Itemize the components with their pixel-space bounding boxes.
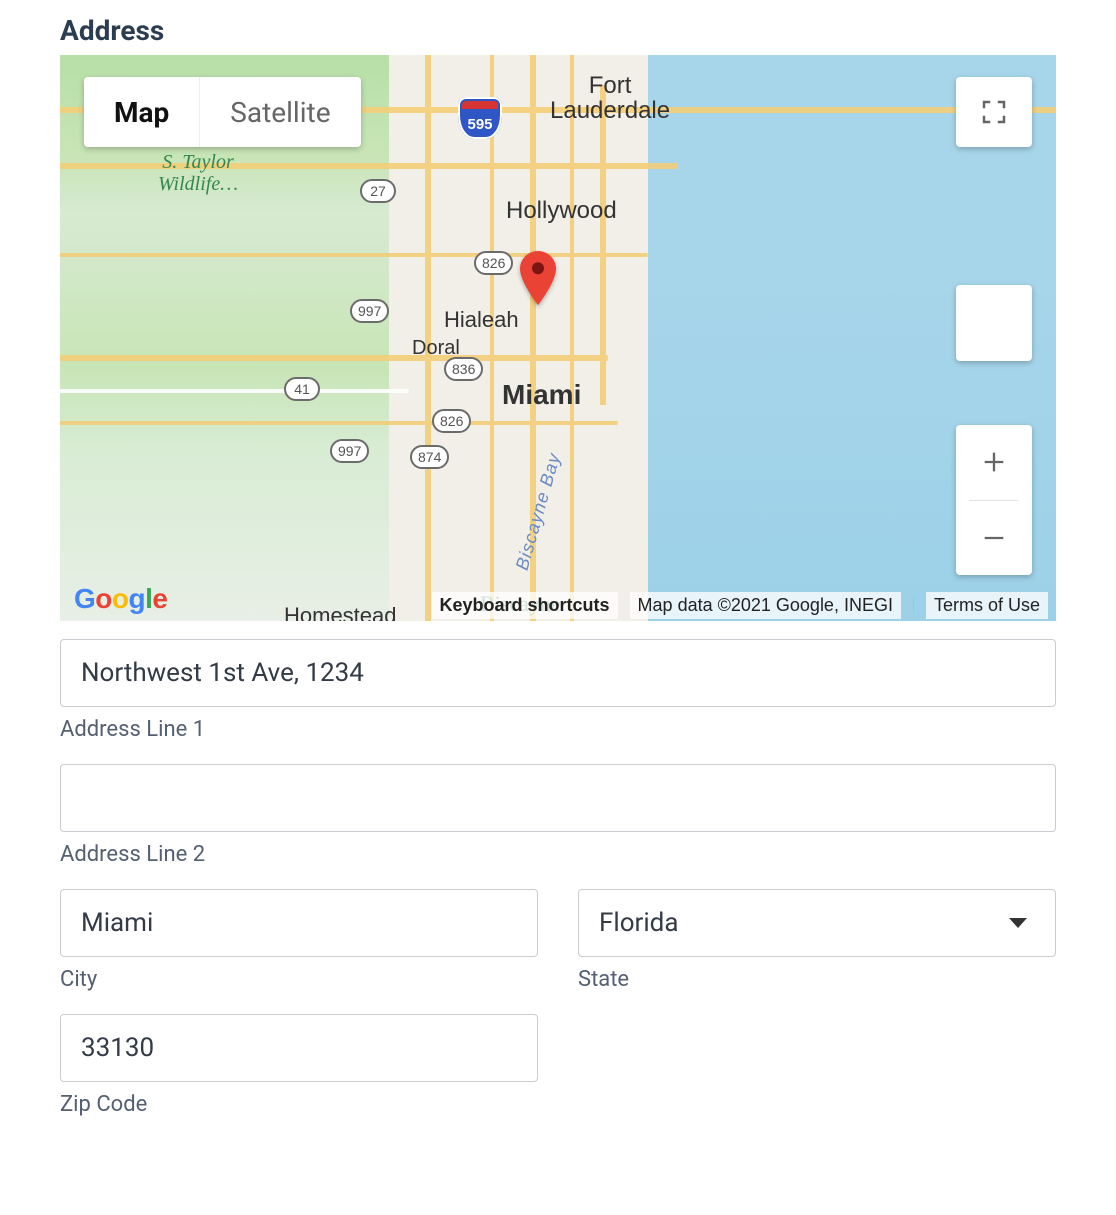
- fullscreen-button[interactable]: [956, 77, 1032, 147]
- zoom-out-button[interactable]: [956, 501, 1032, 576]
- streetview-button[interactable]: [956, 285, 1032, 361]
- map-attribution: Keyboard shortcuts Map data ©2021 Google…: [60, 589, 1056, 621]
- hwy-27-badge: 27: [360, 179, 396, 203]
- city-input[interactable]: [60, 889, 538, 957]
- address-form: Address Line 1 Address Line 2 City Flori…: [60, 621, 1056, 1117]
- park-label: S. Taylor Wildlife…: [158, 151, 238, 195]
- hwy-826b-badge: 826: [432, 409, 471, 433]
- hwy-826a-badge: 826: [474, 251, 513, 275]
- fullscreen-icon: [979, 97, 1009, 127]
- map-type-toggle: Map Satellite: [84, 77, 361, 147]
- map-type-satellite-button[interactable]: Satellite: [199, 77, 360, 147]
- place-hollywood: Hollywood: [506, 197, 617, 225]
- hwy-41-badge: 41: [284, 377, 320, 401]
- map[interactable]: S. Taylor Wildlife… Fort Lauderdale Holl…: [60, 55, 1056, 621]
- map-type-map-button[interactable]: Map: [84, 77, 199, 147]
- state-label: State: [578, 967, 1056, 992]
- terms-of-use-link[interactable]: Terms of Use: [926, 592, 1048, 619]
- hwy-997a-badge: 997: [350, 299, 389, 323]
- state-select-value: Florida: [599, 908, 678, 938]
- hwy-874-badge: 874: [410, 445, 449, 469]
- map-marker[interactable]: [519, 251, 557, 305]
- minus-icon: [980, 524, 1008, 552]
- zip-code-input[interactable]: [60, 1014, 538, 1082]
- state-select[interactable]: Florida: [578, 889, 1056, 957]
- section-title: Address: [60, 14, 1056, 47]
- zip-code-label: Zip Code: [60, 1092, 538, 1117]
- hwy-997b-badge: 997: [330, 439, 369, 463]
- address-line-2-label: Address Line 2: [60, 842, 1056, 867]
- zoom-in-button[interactable]: [956, 425, 1032, 500]
- city-label: City: [60, 967, 538, 992]
- plus-icon: [980, 448, 1008, 476]
- place-miami: Miami: [502, 379, 581, 411]
- address-line-1-input[interactable]: [60, 639, 1056, 707]
- interstate-595-badge: 595: [458, 97, 502, 139]
- map-data-attribution: Map data ©2021 Google, INEGI: [630, 592, 901, 619]
- caret-down-icon: [1009, 918, 1027, 928]
- address-line-2-input[interactable]: [60, 764, 1056, 832]
- zoom-controls: [956, 425, 1032, 575]
- place-fort-lauderdale: Fort Lauderdale: [550, 73, 670, 123]
- place-hialeah: Hialeah: [444, 307, 519, 333]
- address-line-1-label: Address Line 1: [60, 717, 1056, 742]
- hwy-836-badge: 836: [444, 357, 483, 381]
- keyboard-shortcuts-button[interactable]: Keyboard shortcuts: [432, 592, 618, 619]
